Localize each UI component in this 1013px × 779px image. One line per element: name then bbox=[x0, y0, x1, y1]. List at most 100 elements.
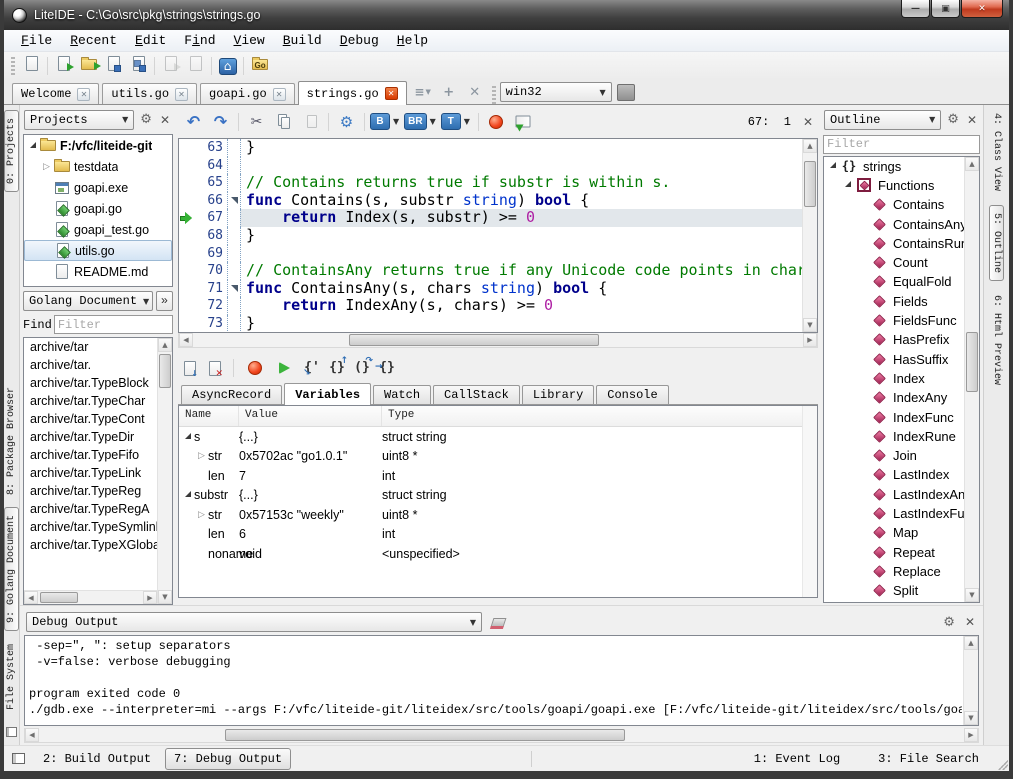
outline-combo[interactable]: Outline ▼ bbox=[824, 110, 941, 130]
outline-item-IndexFunc[interactable]: IndexFunc bbox=[824, 407, 979, 426]
fold-marker-icon[interactable] bbox=[227, 280, 240, 298]
scrollbar-thumb[interactable] bbox=[804, 161, 816, 207]
scrollbar-thumb[interactable] bbox=[966, 332, 978, 392]
tree-item-F-vfc-liteide-git[interactable]: F:/vfc/liteide-git bbox=[24, 135, 172, 156]
save-all-button[interactable] bbox=[126, 55, 151, 78]
expander-icon[interactable]: ▷ bbox=[195, 510, 208, 520]
tree-item-goapi-exe[interactable]: goapi.exe bbox=[24, 177, 172, 198]
outline-item-ContainsAny[interactable]: ContainsAny bbox=[824, 214, 979, 233]
scroll-down-button[interactable]: ▼ bbox=[803, 318, 817, 332]
list-item[interactable]: archive/tar.TypeBlock bbox=[24, 374, 157, 392]
expander-icon[interactable] bbox=[841, 180, 854, 190]
debug-tab-variables[interactable]: Variables bbox=[284, 383, 371, 405]
close-panel-icon[interactable]: ✕ bbox=[158, 113, 172, 127]
menu-item-debug[interactable]: Debug bbox=[331, 31, 388, 50]
output-selector-combo[interactable]: Debug Output ▼ bbox=[26, 612, 482, 632]
expander-icon[interactable] bbox=[26, 141, 39, 151]
list-item[interactable]: archive/tar.TypeLink bbox=[24, 464, 157, 482]
close-button[interactable]: ✕ bbox=[961, 0, 1003, 18]
scrollbar-thumb[interactable] bbox=[40, 592, 78, 603]
project-tree[interactable]: F:/vfc/liteide-git▷testdatagoapi.exegoap… bbox=[23, 134, 173, 287]
close-tab-icon[interactable]: ✕ bbox=[385, 87, 398, 100]
document-list[interactable]: archive/tararchive/tar.archive/tar.TypeB… bbox=[23, 337, 173, 605]
close-tab-icon[interactable]: ✕ bbox=[273, 88, 286, 101]
variable-row[interactable]: nonamevoid<unspecified> bbox=[179, 544, 817, 564]
variables-header[interactable]: NameValueType bbox=[179, 406, 817, 427]
debug-tab-asyncrecord[interactable]: AsyncRecord bbox=[181, 385, 282, 404]
close-editor-icon[interactable]: ✕ bbox=[801, 115, 815, 129]
menu-item-recent[interactable]: Recent bbox=[61, 31, 126, 50]
build-button[interactable]: B▼ bbox=[370, 110, 402, 133]
scrollbar-thumb[interactable] bbox=[159, 354, 171, 388]
outline-item-Split[interactable]: Split bbox=[824, 581, 979, 600]
variables-table[interactable]: NameValueType s{...}struct string▷str0x5… bbox=[178, 405, 818, 598]
scroll-up-button[interactable]: ▲ bbox=[158, 338, 172, 352]
list-item[interactable]: archive/tar.TypeDir bbox=[24, 428, 157, 446]
golang-document-combo[interactable]: Golang Document ▼ bbox=[23, 291, 153, 311]
outline-item-Join[interactable]: Join bbox=[824, 446, 979, 465]
close-tab-icon[interactable]: ✕ bbox=[77, 88, 90, 101]
debug-tab-callstack[interactable]: CallStack bbox=[433, 385, 520, 404]
fold-marker-icon[interactable] bbox=[227, 192, 240, 210]
tree-item-testdata[interactable]: ▷testdata bbox=[24, 156, 172, 177]
outline-item-HasSuffix[interactable]: HasSuffix bbox=[824, 349, 979, 368]
right-dock-tab-6-Html-Preview[interactable]: 6: Html Preview bbox=[991, 295, 1002, 385]
home-button[interactable]: ⌂ bbox=[215, 55, 240, 78]
tab-strings-go[interactable]: strings.go✕ bbox=[298, 81, 407, 105]
minimize-button[interactable]: — bbox=[901, 0, 930, 18]
expander-icon[interactable]: ▷ bbox=[40, 162, 53, 172]
outline-item-LastIndex[interactable]: LastIndex bbox=[824, 465, 979, 484]
column-header-value[interactable]: Value bbox=[239, 406, 382, 426]
step-over-button[interactable]: (}↷ bbox=[352, 359, 372, 377]
step-runto-button[interactable]: {'↘ bbox=[302, 359, 322, 377]
remove-session-button[interactable]: ✕ bbox=[205, 357, 225, 380]
outline-item-Index[interactable]: Index bbox=[824, 369, 979, 388]
list-item[interactable]: archive/tar bbox=[24, 338, 157, 356]
redo-button[interactable]: ↷ bbox=[208, 110, 233, 133]
scroll-right-button[interactable]: ▶ bbox=[964, 728, 978, 742]
tab-list-button[interactable]: ≡▼ bbox=[410, 81, 436, 103]
dock-corner-icon[interactable] bbox=[6, 727, 17, 737]
variable-row[interactable]: substr{...}struct string bbox=[179, 486, 817, 506]
debug-tab-watch[interactable]: Watch bbox=[373, 385, 431, 404]
status-button-2-Build-Output[interactable]: 2: Build Output bbox=[35, 749, 159, 769]
tab-goapi-go[interactable]: goapi.go✕ bbox=[200, 83, 295, 104]
variable-row[interactable]: s{...}struct string bbox=[179, 427, 817, 447]
document-list-scrollbar[interactable]: ▲▼ bbox=[157, 338, 172, 604]
outline-tree[interactable]: {}stringsFunctionsContainsContainsAnyCon… bbox=[823, 156, 980, 604]
menu-item-find[interactable]: Find bbox=[175, 31, 224, 50]
status-button-3-File-Search[interactable]: 3: File Search bbox=[870, 749, 987, 769]
status-button-7-Debug-Output[interactable]: 7: Debug Output bbox=[165, 748, 291, 770]
menu-item-file[interactable]: File bbox=[12, 31, 61, 50]
scroll-left-button[interactable]: ◀ bbox=[25, 728, 39, 742]
title-bar[interactable]: LiteIDE - C:\Go\src\pkg\strings\strings.… bbox=[4, 0, 1009, 30]
expander-icon[interactable] bbox=[181, 490, 194, 500]
scrollbar-thumb[interactable] bbox=[349, 334, 599, 346]
scroll-down-button[interactable]: ▼ bbox=[158, 590, 172, 604]
status-button-1-Event-Log[interactable]: 1: Event Log bbox=[746, 749, 848, 769]
toggle-panes-icon[interactable] bbox=[12, 753, 25, 764]
expander-icon[interactable]: ▷ bbox=[195, 451, 208, 461]
gear-icon[interactable]: ⚙ bbox=[138, 112, 154, 127]
cut-button[interactable]: ✂ bbox=[244, 110, 269, 133]
list-item[interactable]: archive/tar.TypeSymlink bbox=[24, 518, 157, 536]
save-file-button[interactable] bbox=[101, 55, 126, 78]
variable-row[interactable]: len6int bbox=[179, 525, 817, 545]
tree-item-goapi-go[interactable]: goapi.go bbox=[24, 198, 172, 219]
list-item[interactable]: archive/tar.TypeRegA bbox=[24, 500, 157, 518]
step-into-button[interactable]: {}↑ bbox=[327, 359, 347, 377]
outline-item-Contains[interactable]: Contains bbox=[824, 195, 979, 214]
column-header-name[interactable]: Name bbox=[179, 406, 239, 426]
export-disabled-button[interactable] bbox=[158, 55, 183, 78]
scroll-right-button[interactable]: ▶ bbox=[803, 333, 817, 347]
outline-item-Map[interactable]: Map bbox=[824, 523, 979, 542]
env-edit-button[interactable] bbox=[617, 84, 635, 101]
outline-item-Fields[interactable]: Fields bbox=[824, 292, 979, 311]
debug-tab-library[interactable]: Library bbox=[522, 385, 594, 404]
paste-button[interactable] bbox=[298, 110, 323, 133]
close-tab-icon[interactable]: ✕ bbox=[175, 88, 188, 101]
close-tab-button[interactable]: ✕ bbox=[462, 81, 488, 103]
scroll-right-button[interactable]: ▶ bbox=[143, 591, 157, 604]
scroll-left-button[interactable]: ◀ bbox=[179, 333, 193, 347]
list-item[interactable]: archive/tar.TypeFifo bbox=[24, 446, 157, 464]
